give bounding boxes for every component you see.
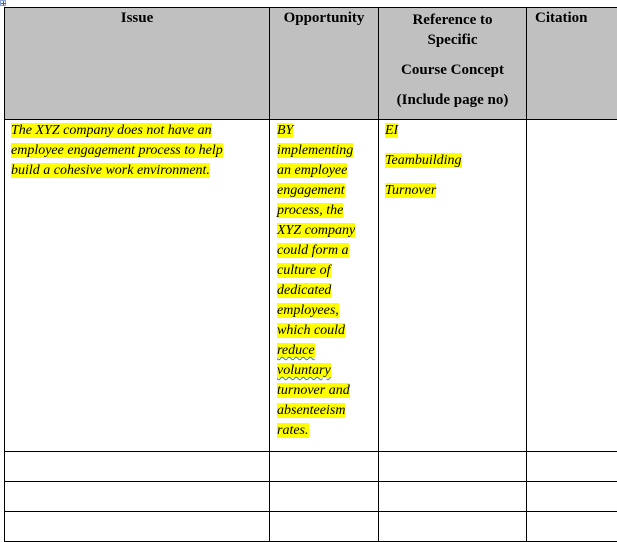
opportunity-text-line: rates. (277, 423, 309, 438)
issue-cell[interactable] (4, 481, 270, 512)
header-issue[interactable]: Issue (4, 7, 270, 120)
table-row-empty (4, 481, 617, 512)
header-reference-line: Specific (427, 32, 478, 48)
header-issue-label: Issue (120, 10, 154, 26)
reference-cell[interactable] (378, 481, 527, 512)
opportunity-text-line: turnover and (277, 383, 350, 398)
header-reference-line: Course Concept (401, 62, 504, 78)
table-row-empty (4, 451, 617, 482)
opportunity-text-line: implementing (277, 143, 354, 158)
header-reference-line: (Include page no) (396, 92, 509, 108)
opportunity-cell[interactable] (269, 481, 379, 512)
citation-cell[interactable] (526, 451, 617, 482)
opportunity-cell[interactable] (269, 451, 379, 482)
reference-cell[interactable] (378, 451, 527, 482)
opportunity-text-line: could form a (277, 243, 349, 258)
header-opportunity[interactable]: Opportunity (269, 7, 379, 120)
opportunity-text-line: XYZ company (277, 223, 356, 238)
issue-text-line: build a cohesive work environment. (11, 163, 210, 178)
citation-cell[interactable] (526, 119, 617, 452)
header-citation[interactable]: Citation (526, 7, 617, 120)
opportunity-text-line-spellcheck: reduce (277, 343, 315, 358)
table-header-row: Issue Opportunity Reference to Specific … (4, 7, 617, 120)
table-row: The XYZ company does not have an employe… (4, 119, 617, 452)
table-row-empty (4, 511, 617, 542)
reference-cell[interactable]: EI Teambuilding Turnover (378, 119, 527, 452)
citation-cell[interactable] (526, 511, 617, 542)
table-move-handle-icon[interactable] (0, 0, 6, 6)
issue-text-line: The XYZ company does not have an (11, 123, 212, 138)
reference-item: Teambuilding (385, 153, 462, 168)
opportunity-text-line: which could (277, 323, 346, 338)
reference-item: EI (385, 123, 399, 138)
header-reference[interactable]: Reference to Specific Course Concept (In… (378, 7, 527, 120)
opportunity-text-line: BY (277, 123, 294, 138)
header-citation-label: Citation (535, 10, 588, 26)
opportunity-cell[interactable] (269, 511, 379, 542)
header-reference-line: Reference to (412, 12, 493, 28)
citation-cell[interactable] (526, 481, 617, 512)
opportunity-text-line: engagement (277, 183, 345, 198)
header-opportunity-label: Opportunity (283, 10, 365, 26)
issue-opportunity-table: Issue Opportunity Reference to Specific … (4, 7, 617, 542)
opportunity-text-line: an employee (277, 163, 348, 178)
reference-item: Turnover (385, 183, 437, 198)
opportunity-text-line: dedicated (277, 283, 332, 298)
opportunity-text-line: absenteeism (277, 403, 346, 418)
opportunity-text-line: process, the (277, 203, 344, 218)
opportunity-text-line-spellcheck: voluntary (277, 363, 331, 378)
opportunity-text-line: employees, (277, 303, 339, 318)
opportunity-cell[interactable]: BY implementing an employee engagement p… (269, 119, 379, 452)
issue-cell[interactable] (4, 451, 270, 482)
issue-cell[interactable] (4, 511, 270, 542)
opportunity-text-line: culture of (277, 263, 331, 278)
issue-text-line: employee engagement process to help (11, 143, 223, 158)
reference-cell[interactable] (378, 511, 527, 542)
issue-cell[interactable]: The XYZ company does not have an employe… (4, 119, 270, 452)
